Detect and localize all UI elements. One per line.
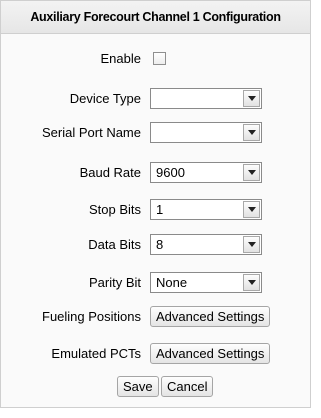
device-type-row: Device Type (1, 86, 310, 112)
stop-bits-value: 1 (156, 202, 164, 217)
baud-rate-label: Baud Rate (79, 165, 141, 180)
baud-rate-value: 9600 (156, 165, 185, 180)
chevron-down-icon[interactable] (243, 236, 260, 253)
enable-checkbox[interactable] (153, 52, 166, 65)
chevron-down-icon[interactable] (243, 274, 260, 291)
configuration-panel: Auxiliary Forecourt Channel 1 Configurat… (0, 0, 311, 408)
stop-bits-label: Stop Bits (88, 202, 141, 217)
data-bits-value: 8 (156, 237, 164, 252)
enable-row: Enable (1, 46, 310, 72)
serial-port-name-select[interactable] (150, 122, 262, 143)
data-bits-row: Data Bits 8 (1, 232, 310, 258)
serial-port-name-label: Serial Port Name (42, 125, 141, 140)
enable-label: Enable (100, 51, 141, 66)
fueling-positions-label: Fueling Positions (42, 309, 141, 324)
emulated-pcts-label: Emulated PCTs (51, 346, 141, 361)
emulated-pcts-advanced-settings-button[interactable]: Advanced Settings (150, 343, 271, 364)
stop-bits-row: Stop Bits 1 (1, 197, 310, 223)
chevron-down-icon[interactable] (243, 201, 260, 218)
cancel-button[interactable]: Cancel (161, 376, 214, 397)
panel-title: Auxiliary Forecourt Channel 1 Configurat… (1, 1, 310, 34)
stop-bits-select[interactable]: 1 (150, 199, 262, 220)
parity-bit-label: Parity Bit (88, 275, 141, 290)
baud-rate-select[interactable]: 9600 (150, 162, 262, 183)
chevron-down-icon[interactable] (243, 124, 260, 141)
parity-bit-value: None (156, 275, 188, 290)
chevron-down-icon[interactable] (243, 164, 260, 181)
chevron-down-icon[interactable] (243, 90, 260, 107)
device-type-label: Device Type (69, 91, 141, 106)
parity-bit-row: Parity Bit None (1, 270, 310, 296)
parity-bit-select[interactable]: None (150, 272, 262, 293)
fueling-positions-advanced-settings-button[interactable]: Advanced Settings (150, 306, 271, 327)
save-button[interactable]: Save (117, 376, 159, 397)
serial-port-name-row: Serial Port Name (1, 120, 310, 146)
device-type-select[interactable] (150, 88, 262, 109)
fueling-positions-row: Fueling Positions Advanced Settings (1, 304, 310, 330)
emulated-pcts-row: Emulated PCTs Advanced Settings (1, 341, 310, 367)
baud-rate-row: Baud Rate 9600 (1, 160, 310, 186)
data-bits-select[interactable]: 8 (150, 234, 262, 255)
data-bits-label: Data Bits (88, 237, 141, 252)
